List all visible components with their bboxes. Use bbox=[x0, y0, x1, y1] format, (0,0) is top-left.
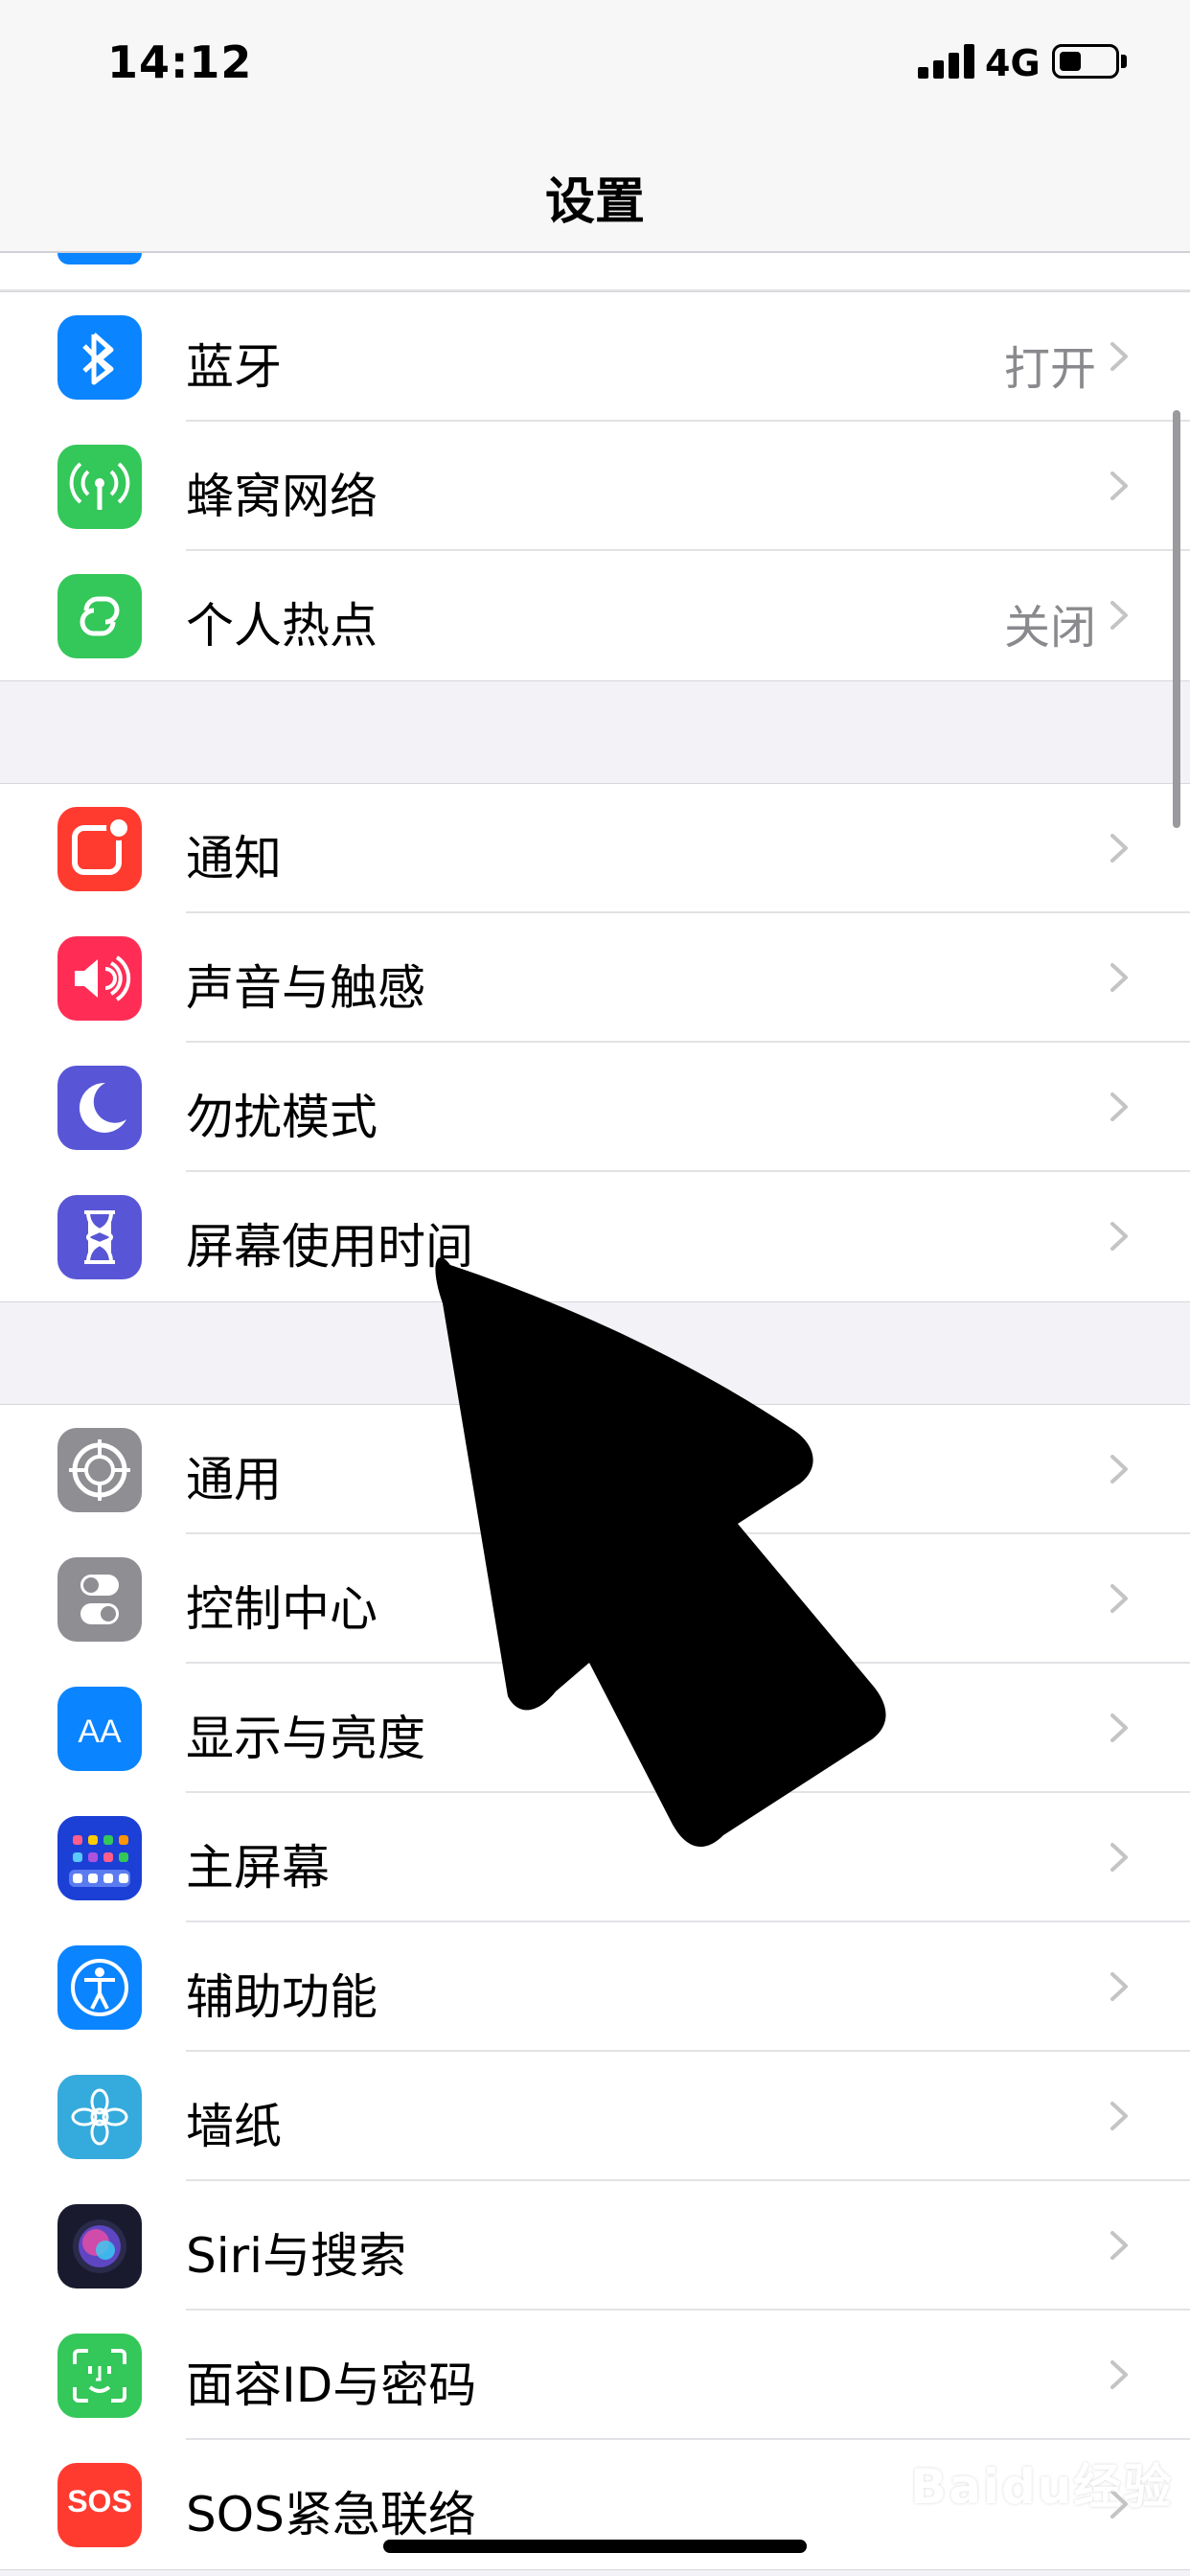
settings-row[interactable]: 墙纸 bbox=[0, 2052, 1190, 2181]
settings-row-label: 声音与触感 bbox=[186, 960, 425, 1016]
chevron-right-icon bbox=[1110, 2102, 1129, 2130]
gear-icon bbox=[57, 1428, 142, 1512]
face-id-icon bbox=[57, 2334, 142, 2418]
navigation-bar: 设置 bbox=[0, 134, 1190, 253]
settings-row[interactable]: 控制中心 bbox=[0, 1534, 1190, 1664]
chevron-right-icon bbox=[1110, 1092, 1129, 1121]
settings-row-value: 打开 bbox=[1003, 342, 1096, 396]
settings-row-label: 主屏幕 bbox=[186, 1840, 330, 1896]
settings-row[interactable]: 蜂窝网络 bbox=[0, 422, 1190, 551]
cellular-signal-icon bbox=[918, 44, 975, 79]
settings-row-label: 面容ID与密码 bbox=[186, 2358, 477, 2413]
notification-icon bbox=[57, 807, 142, 891]
chevron-right-icon bbox=[1110, 1714, 1129, 1742]
status-time: 14:12 bbox=[107, 36, 253, 88]
chevron-right-icon bbox=[1110, 834, 1129, 862]
settings-row[interactable]: 屏幕使用时间 bbox=[0, 1172, 1190, 1301]
network-type: 4G bbox=[985, 42, 1041, 84]
status-bar: 14:12 4G bbox=[0, 0, 1190, 134]
chevron-right-icon bbox=[1110, 1972, 1129, 2001]
settings-row[interactable]: 个人热点 关闭 bbox=[0, 551, 1190, 680]
settings-row-label: 勿扰模式 bbox=[186, 1090, 378, 1145]
settings-row[interactable]: 声音与触感 bbox=[0, 913, 1190, 1043]
settings-row-label: 控制中心 bbox=[186, 1581, 378, 1637]
settings-row[interactable]: 面容ID与密码 bbox=[0, 2311, 1190, 2440]
battery-icon bbox=[1052, 44, 1119, 79]
watermark: Baidu经验 bbox=[910, 2459, 1174, 2515]
chevron-right-icon bbox=[1110, 342, 1129, 371]
chevron-right-icon bbox=[1110, 601, 1129, 630]
settings-list: 蓝牙 打开蜂窝网络个人热点 关闭 通知声音与触感勿扰模式屏幕使用时间 通用控制中心 A… bbox=[0, 253, 1190, 2570]
page-title: 设置 bbox=[544, 173, 645, 231]
settings-row[interactable]: 辅助功能 bbox=[0, 1922, 1190, 2052]
chevron-right-icon bbox=[1110, 2360, 1129, 2389]
wifi-icon bbox=[57, 253, 142, 264]
chevron-right-icon bbox=[1110, 1455, 1129, 1484]
settings-row-label: 辅助功能 bbox=[186, 1969, 378, 2025]
chevron-right-icon bbox=[1110, 1843, 1129, 1872]
toggles-icon bbox=[57, 1557, 142, 1642]
antenna-icon bbox=[57, 445, 142, 529]
chevron-right-icon bbox=[1110, 963, 1129, 992]
chevron-right-icon bbox=[1110, 1584, 1129, 1613]
battery-nub bbox=[1121, 55, 1127, 68]
settings-row[interactable]: Siri与搜索 bbox=[0, 2181, 1190, 2311]
settings-row-label: 通知 bbox=[186, 831, 282, 886]
text-size-icon: AA bbox=[57, 1687, 142, 1771]
settings-row-label: 蜂窝网络 bbox=[186, 469, 378, 524]
chevron-right-icon bbox=[1110, 2231, 1129, 2260]
moon-icon bbox=[57, 1066, 142, 1150]
siri-icon bbox=[57, 2204, 142, 2288]
settings-row[interactable]: 通知 bbox=[0, 784, 1190, 913]
svg-text:AA: AA bbox=[78, 1714, 122, 1750]
settings-row-label: 个人热点 bbox=[186, 598, 378, 654]
group-separator bbox=[0, 681, 1190, 783]
settings-row-label: 墙纸 bbox=[186, 2099, 282, 2154]
bluetooth-icon bbox=[57, 315, 142, 400]
group-connectivity: 蓝牙 打开蜂窝网络个人热点 关闭 bbox=[0, 291, 1190, 681]
group-general: 通用控制中心 AA 显示与亮度主屏幕辅助功能墙纸 Siri与搜索面容ID与密码 SOS S… bbox=[0, 1404, 1190, 2570]
settings-row-label: Siri与搜索 bbox=[186, 2228, 407, 2284]
settings-row-label: 蓝牙 bbox=[186, 339, 282, 395]
settings-row-label: 通用 bbox=[186, 1452, 282, 1507]
settings-row-label: 显示与亮度 bbox=[186, 1711, 425, 1766]
chevron-right-icon bbox=[1110, 1222, 1129, 1251]
accessibility-icon bbox=[57, 1945, 142, 2030]
settings-row-label: 屏幕使用时间 bbox=[186, 1219, 473, 1275]
settings-row[interactable]: AA 显示与亮度 bbox=[0, 1664, 1190, 1793]
flower-icon bbox=[57, 2075, 142, 2159]
group-separator bbox=[0, 1302, 1190, 1404]
home-indicator[interactable] bbox=[383, 2540, 807, 2553]
settings-row[interactable]: 主屏幕 bbox=[0, 1793, 1190, 1922]
settings-row[interactable]: 勿扰模式 bbox=[0, 1043, 1190, 1172]
home-grid-icon bbox=[57, 1816, 142, 1900]
group-notifications: 通知声音与触感勿扰模式屏幕使用时间 bbox=[0, 783, 1190, 1302]
partial-row[interactable] bbox=[0, 253, 1190, 291]
settings-row-label: SOS紧急联络 bbox=[186, 2487, 476, 2542]
settings-row[interactable]: 蓝牙 打开 bbox=[0, 292, 1190, 422]
chevron-right-icon bbox=[1110, 472, 1129, 500]
hourglass-icon bbox=[57, 1195, 142, 1279]
settings-row-value: 关闭 bbox=[1003, 601, 1096, 655]
speaker-icon bbox=[57, 936, 142, 1021]
sos-icon: SOS bbox=[57, 2463, 142, 2547]
hotspot-link-icon bbox=[57, 574, 142, 658]
sos-icon-text: SOS bbox=[67, 2484, 132, 2518]
scrollbar[interactable] bbox=[1173, 410, 1180, 828]
settings-row[interactable]: 通用 bbox=[0, 1405, 1190, 1534]
